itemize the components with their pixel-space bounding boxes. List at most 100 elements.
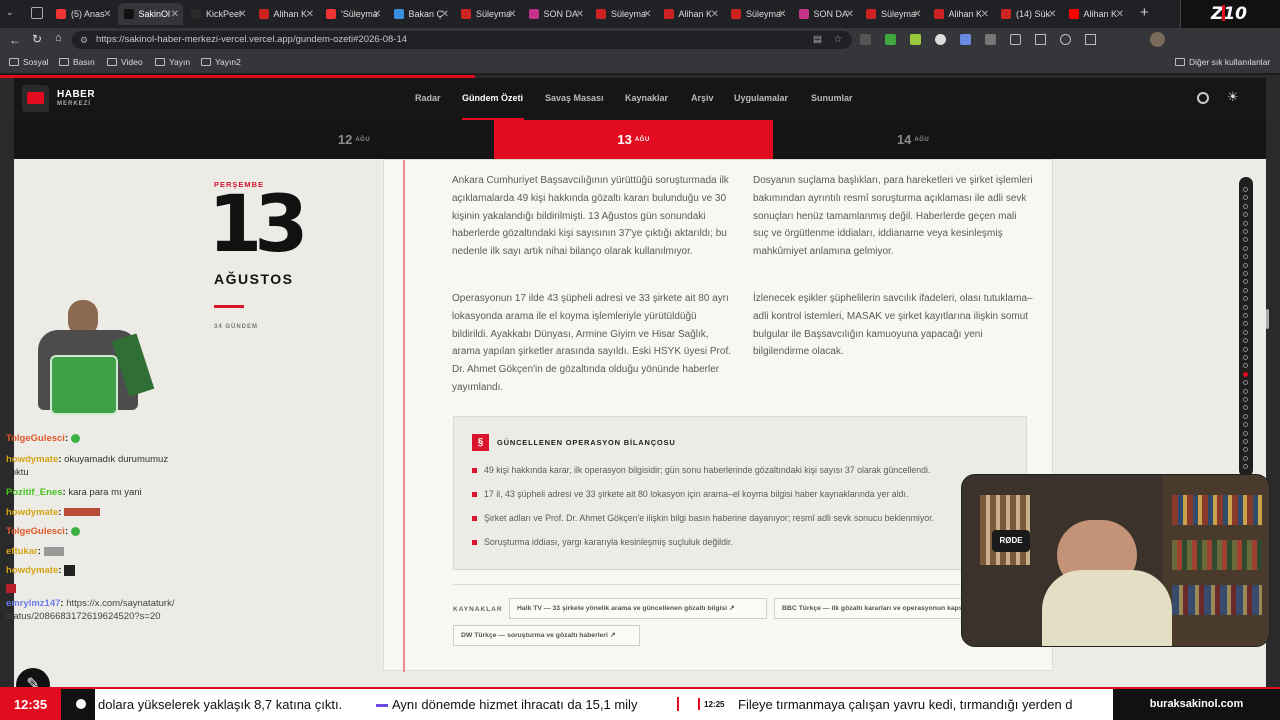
section-dot[interactable] (1243, 203, 1248, 209)
close-tab-icon[interactable]: ✕ (981, 9, 989, 20)
bookmark-video[interactable]: Video (107, 57, 143, 67)
tab-groups-icon[interactable] (31, 7, 43, 19)
section-dot[interactable] (1243, 464, 1248, 470)
browser-tab[interactable]: SakinOl ✕ (117, 3, 183, 25)
home-icon[interactable]: ⌂ (55, 32, 62, 44)
tab-list-icon[interactable]: ⌄ (6, 7, 20, 21)
nav-gundem-ozeti[interactable]: Gündem Özeti (462, 93, 523, 103)
close-tab-icon[interactable]: ✕ (1116, 9, 1124, 20)
section-dot[interactable] (1243, 271, 1248, 276)
browser-tab[interactable]: SON DA ✕ (793, 3, 859, 25)
date-tab-13[interactable]: 13 AĞU (494, 120, 773, 159)
section-dot[interactable] (1243, 363, 1248, 369)
section-dot[interactable] (1243, 422, 1248, 428)
close-tab-icon[interactable]: ✕ (576, 9, 584, 20)
reader-icon[interactable]: ▤ (813, 31, 822, 49)
reload-icon[interactable]: ↻ (32, 32, 42, 46)
back-icon[interactable]: ← (9, 33, 21, 47)
date-tab-14[interactable]: 14 AĞU (773, 120, 1053, 159)
bookmark-sosyal[interactable]: Sosyal (9, 57, 49, 67)
site-logo[interactable] (22, 85, 49, 112)
section-dot[interactable] (1243, 287, 1248, 293)
split-view-icon[interactable] (1035, 34, 1046, 45)
section-dot[interactable] (1243, 405, 1248, 411)
section-dot[interactable] (1243, 388, 1248, 394)
extension-icon[interactable] (960, 34, 971, 45)
other-bookmarks[interactable]: Diğer sık kullanılanlar (1175, 57, 1270, 67)
collections-icon[interactable] (1085, 34, 1096, 45)
browser-tab[interactable]: Alihan K ✕ (658, 3, 724, 25)
section-dot[interactable] (1243, 237, 1248, 243)
section-dot[interactable] (1243, 346, 1248, 352)
section-dot[interactable] (1243, 279, 1248, 285)
section-dot[interactable] (1243, 229, 1248, 234)
page-scrollbar[interactable] (1266, 309, 1269, 329)
browser-tab[interactable]: 'Süleyma ✕ (320, 3, 386, 25)
profile-avatar[interactable] (1150, 32, 1165, 47)
bookmark-basin[interactable]: Basın (59, 57, 95, 67)
section-dot[interactable] (1243, 371, 1248, 377)
browser-tab[interactable]: Alihan K ✕ (253, 3, 319, 25)
extension-icon[interactable] (935, 34, 946, 45)
favorites-icon[interactable] (1060, 34, 1071, 45)
close-tab-icon[interactable]: ✕ (1048, 9, 1056, 20)
section-dot[interactable] (1243, 304, 1248, 310)
nav-arsiv[interactable]: Arşiv (691, 93, 714, 103)
section-dot[interactable] (1243, 296, 1248, 302)
close-tab-icon[interactable]: ✕ (711, 9, 719, 20)
section-dot[interactable] (1243, 313, 1248, 318)
theme-toggle-icon[interactable]: ☀ (1227, 89, 1239, 105)
section-dot[interactable] (1243, 187, 1248, 192)
browser-tab[interactable]: Süleyma ✕ (725, 3, 791, 25)
browser-tab[interactable]: (14) Sük ✕ (995, 3, 1061, 25)
browser-tab[interactable]: Süleyma ✕ (860, 3, 926, 25)
nav-uygulamalar[interactable]: Uygulamalar (734, 93, 788, 103)
nav-radar[interactable]: Radar (415, 93, 441, 103)
section-dot[interactable] (1243, 220, 1248, 226)
section-dot[interactable] (1243, 455, 1248, 461)
section-dot[interactable] (1243, 321, 1248, 327)
extension-icon[interactable] (985, 34, 996, 45)
close-tab-icon[interactable]: ✕ (238, 9, 246, 20)
section-dot[interactable] (1243, 338, 1248, 344)
close-tab-icon[interactable]: ✕ (778, 9, 786, 20)
extension-icon[interactable] (910, 34, 921, 45)
browser-tab[interactable]: Süleyma ✕ (455, 3, 521, 25)
close-tab-icon[interactable]: ✕ (846, 9, 854, 20)
extension-icon[interactable] (885, 34, 896, 45)
target-icon[interactable] (1197, 92, 1209, 104)
site-info-icon[interactable]: ⚙ (80, 31, 88, 49)
close-tab-icon[interactable]: ✕ (171, 9, 179, 20)
browser-tab[interactable]: Alihan K ✕ (1063, 3, 1129, 25)
close-tab-icon[interactable]: ✕ (508, 9, 516, 20)
section-dot[interactable] (1243, 397, 1248, 402)
browser-tab[interactable]: SON DA ✕ (523, 3, 589, 25)
section-dot[interactable] (1243, 413, 1248, 419)
bookmark-yayin2[interactable]: Yayın2 (201, 57, 241, 67)
close-tab-icon[interactable]: ✕ (103, 9, 111, 20)
section-dot[interactable] (1243, 439, 1248, 444)
close-tab-icon[interactable]: ✕ (643, 9, 651, 20)
new-tab-button[interactable]: + (1140, 4, 1149, 21)
browser-tab[interactable]: Bakan Ç ✕ (388, 3, 454, 25)
section-dot[interactable] (1243, 195, 1248, 201)
source-link[interactable]: Halk TV — 33 şirkete yönelik arama ve gü… (509, 598, 767, 619)
section-dot[interactable] (1243, 212, 1248, 218)
browser-tab[interactable]: Süleyma ✕ (590, 3, 656, 25)
nav-savas-masasi[interactable]: Savaş Masası (545, 93, 604, 103)
close-tab-icon[interactable]: ✕ (441, 9, 449, 20)
browser-tab[interactable]: (5) Anas ✕ (50, 3, 116, 25)
section-dot[interactable] (1243, 245, 1248, 251)
source-link[interactable]: DW Türkçe — soruşturma ve gözaltı haberl… (453, 625, 640, 646)
extension-icon[interactable] (860, 34, 871, 45)
section-dot[interactable] (1243, 447, 1248, 453)
extensions-puzzle-icon[interactable] (1010, 34, 1021, 45)
browser-tab[interactable]: KickPeel ✕ (185, 3, 251, 25)
section-dot[interactable] (1243, 329, 1248, 335)
close-tab-icon[interactable]: ✕ (306, 9, 314, 20)
date-tab-12[interactable]: 12 AĞU (214, 120, 494, 159)
close-tab-icon[interactable]: ✕ (913, 9, 921, 20)
section-dot[interactable] (1243, 430, 1248, 436)
browser-tab[interactable]: Alihan K ✕ (928, 3, 994, 25)
bookmark-star-icon[interactable]: ☆ (833, 31, 842, 49)
